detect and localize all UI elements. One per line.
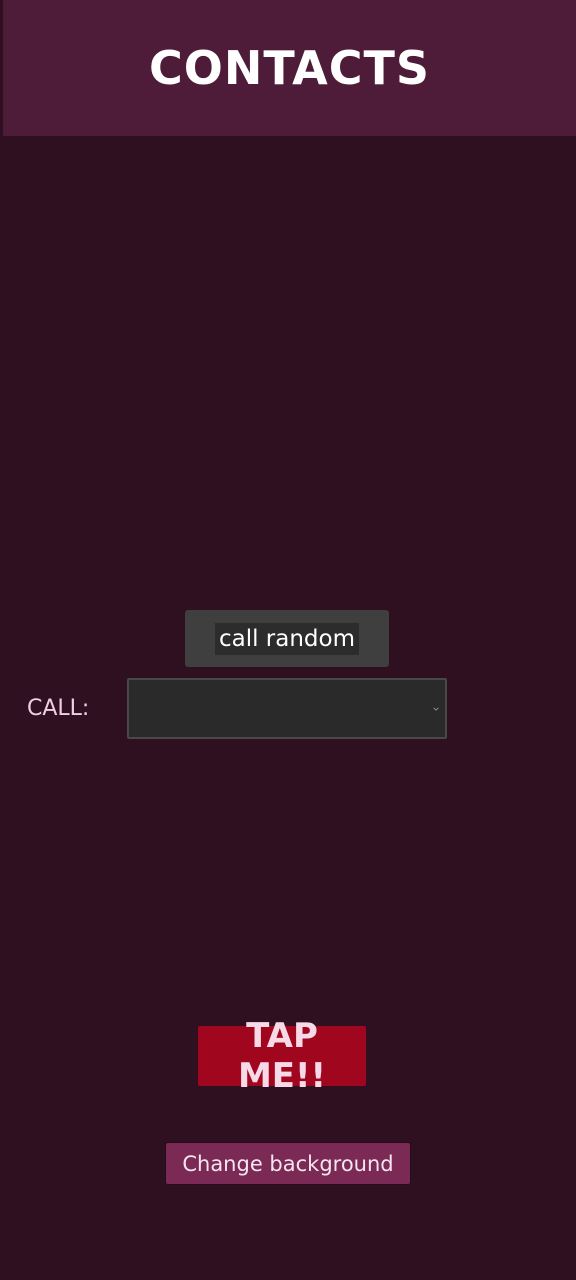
call-label: CALL: <box>27 696 90 721</box>
chevron-down-icon <box>433 707 439 711</box>
page-title: CONTACTS <box>148 41 431 95</box>
tap-me-button[interactable]: TAP ME!! <box>198 1016 366 1096</box>
app-header: CONTACTS <box>3 0 576 136</box>
change-background-button[interactable]: Change background <box>165 1142 411 1185</box>
call-random-container: call random <box>185 610 389 667</box>
call-random-button[interactable]: call random <box>214 622 360 655</box>
contact-select[interactable] <box>127 678 447 739</box>
